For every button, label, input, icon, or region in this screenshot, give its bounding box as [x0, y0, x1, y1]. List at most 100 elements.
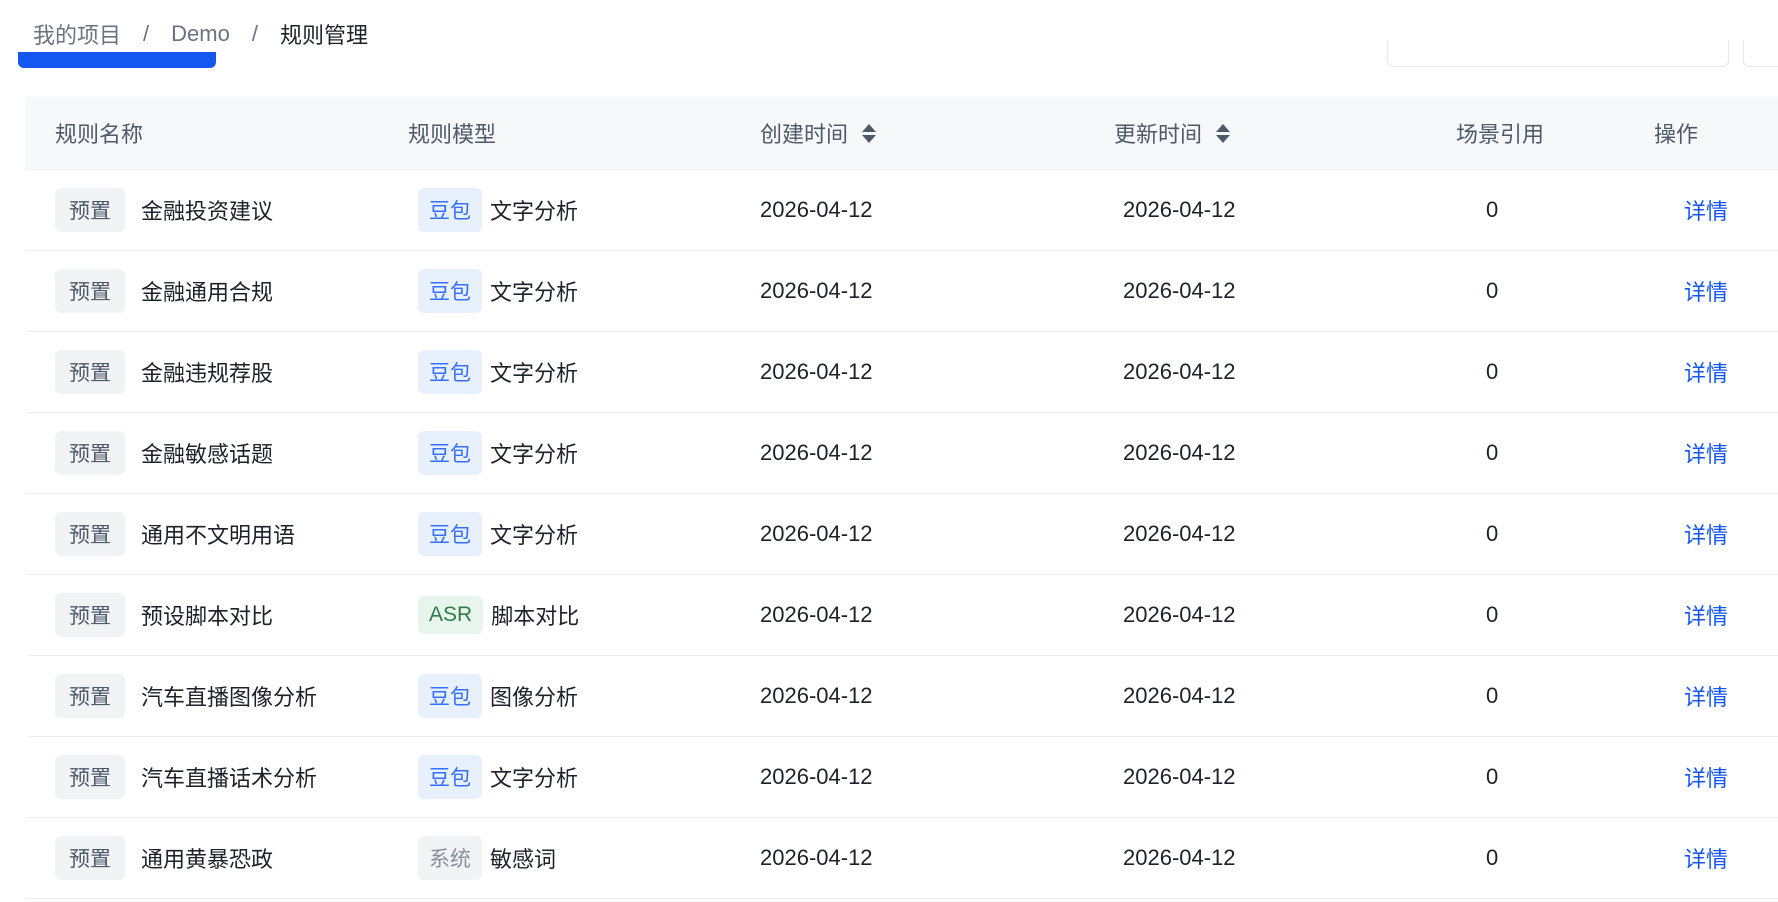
created-time: 2026-04-12	[760, 278, 873, 303]
rule-name-cell: 预置 通用黄暴恐政	[55, 818, 273, 898]
preset-tag: 预置	[55, 674, 125, 718]
model-tag: 豆包	[418, 512, 482, 556]
created-time: 2026-04-12	[760, 359, 873, 384]
model-tag: 豆包	[418, 188, 482, 232]
preset-tag: 预置	[55, 269, 125, 313]
scene-ref-count: 0	[1486, 602, 1499, 627]
created-time: 2026-04-12	[760, 845, 873, 870]
ops-cell: 详情	[1684, 737, 1728, 817]
scene-ref-count: 0	[1486, 278, 1499, 303]
rule-name: 汽车直播图像分析	[141, 685, 318, 710]
rule-name-cell: 预置 汽车直播话术分析	[55, 737, 317, 817]
sort-icon[interactable]	[1216, 123, 1231, 143]
created-time: 2026-04-12	[760, 440, 873, 465]
ops-cell: 详情	[1684, 575, 1728, 655]
rule-name: 金融投资建议	[141, 199, 274, 224]
preset-tag: 预置	[55, 350, 125, 394]
scene-ref-count: 0	[1486, 764, 1499, 789]
updated-time: 2026-04-12	[1123, 521, 1236, 546]
ops-cell: 详情	[1684, 818, 1728, 898]
ops-cell: 详情	[1684, 494, 1728, 574]
rule-model: 文字分析	[490, 766, 579, 791]
rule-model: 文字分析	[490, 280, 579, 305]
breadcrumb-rule-management: 规则管理	[279, 23, 368, 48]
ops-cell: 详情	[1684, 332, 1728, 412]
header-updated-label: 更新时间	[1114, 122, 1203, 147]
details-link[interactable]: 详情	[1684, 599, 1728, 631]
rule-model: 脚本对比	[491, 604, 580, 629]
created-time: 2026-04-12	[760, 602, 873, 627]
rule-model-cell: 豆包 文字分析	[418, 251, 578, 331]
rule-model-cell: ASR 脚本对比	[418, 575, 579, 655]
rule-name: 金融通用合规	[141, 280, 274, 305]
rules-table: 规则名称 规则模型 创建时间 更新时间 场景引用 操作 预置 金融投资建议 豆包…	[26, 97, 1778, 899]
header-rule-model: 规则模型	[408, 122, 497, 147]
search-input[interactable]	[1387, 40, 1729, 67]
details-link[interactable]: 详情	[1684, 680, 1728, 712]
rule-model: 文字分析	[490, 442, 579, 467]
rule-model: 敏感词	[490, 847, 557, 872]
updated-time: 2026-04-12	[1123, 845, 1236, 870]
toolbar-button-partial[interactable]	[1743, 40, 1778, 67]
rule-name-cell: 预置 金融敏感话题	[55, 413, 273, 493]
updated-time: 2026-04-12	[1123, 197, 1236, 222]
rule-name: 汽车直播话术分析	[141, 766, 318, 791]
rule-model-cell: 豆包 文字分析	[418, 332, 578, 412]
details-link[interactable]: 详情	[1684, 761, 1728, 793]
rule-name-cell: 预置 预设脚本对比	[55, 575, 273, 655]
rule-model-cell: 豆包 文字分析	[418, 737, 578, 817]
model-tag: 豆包	[418, 755, 482, 799]
breadcrumb-separator: /	[251, 21, 258, 46]
table-row: 预置 金融敏感话题 豆包 文字分析 2026-04-12 2026-04-12 …	[26, 413, 1778, 494]
preset-tag: 预置	[55, 431, 125, 475]
rule-name: 金融违规荐股	[141, 361, 274, 386]
scene-ref-count: 0	[1486, 521, 1499, 546]
breadcrumb-my-projects[interactable]: 我的项目	[33, 18, 121, 50]
rule-name: 通用黄暴恐政	[141, 847, 274, 872]
rule-model-cell: 豆包 文字分析	[418, 413, 578, 493]
table-row: 预置 通用不文明用语 豆包 文字分析 2026-04-12 2026-04-12…	[26, 494, 1778, 575]
header-rule-name: 规则名称	[55, 122, 144, 147]
details-link[interactable]: 详情	[1684, 275, 1728, 307]
rule-name: 金融敏感话题	[141, 442, 274, 467]
rule-model: 文字分析	[490, 199, 579, 224]
rule-model: 文字分析	[490, 523, 579, 548]
model-tag: 豆包	[418, 350, 482, 394]
table-row: 预置 通用黄暴恐政 系统 敏感词 2026-04-12 2026-04-12 0…	[26, 818, 1778, 899]
header-scene-refs: 场景引用	[1456, 122, 1545, 147]
details-link[interactable]: 详情	[1684, 194, 1728, 226]
rule-model-cell: 豆包 文字分析	[418, 494, 578, 574]
details-link[interactable]: 详情	[1684, 518, 1728, 550]
created-time: 2026-04-12	[760, 764, 873, 789]
ops-cell: 详情	[1684, 170, 1728, 250]
details-link[interactable]: 详情	[1684, 842, 1728, 874]
header-created-time[interactable]: 创建时间	[760, 97, 877, 169]
rule-name-cell: 预置 通用不文明用语	[55, 494, 295, 574]
model-tag: 豆包	[418, 674, 482, 718]
updated-time: 2026-04-12	[1123, 440, 1236, 465]
header-operations: 操作	[1654, 122, 1699, 147]
rule-model-cell: 豆包 文字分析	[418, 170, 578, 250]
updated-time: 2026-04-12	[1123, 683, 1236, 708]
updated-time: 2026-04-12	[1123, 764, 1236, 789]
rule-name-cell: 预置 汽车直播图像分析	[55, 656, 317, 736]
scene-ref-count: 0	[1486, 359, 1499, 384]
primary-button-partial[interactable]	[18, 52, 216, 68]
table-body: 预置 金融投资建议 豆包 文字分析 2026-04-12 2026-04-12 …	[26, 170, 1778, 899]
model-tag: ASR	[418, 596, 484, 634]
sort-icon[interactable]	[862, 123, 877, 143]
table-row: 预置 金融违规荐股 豆包 文字分析 2026-04-12 2026-04-12 …	[26, 332, 1778, 413]
details-link[interactable]: 详情	[1684, 437, 1728, 469]
header-updated-time[interactable]: 更新时间	[1114, 97, 1231, 169]
rule-model: 图像分析	[490, 685, 579, 710]
updated-time: 2026-04-12	[1123, 359, 1236, 384]
rule-name-cell: 预置 金融通用合规	[55, 251, 273, 331]
rule-name-cell: 预置 金融违规荐股	[55, 332, 273, 412]
ops-cell: 详情	[1684, 413, 1728, 493]
ops-cell: 详情	[1684, 656, 1728, 736]
model-tag: 豆包	[418, 431, 482, 475]
created-time: 2026-04-12	[760, 521, 873, 546]
breadcrumb-demo[interactable]: Demo	[171, 21, 230, 47]
details-link[interactable]: 详情	[1684, 356, 1728, 388]
ops-cell: 详情	[1684, 251, 1728, 331]
